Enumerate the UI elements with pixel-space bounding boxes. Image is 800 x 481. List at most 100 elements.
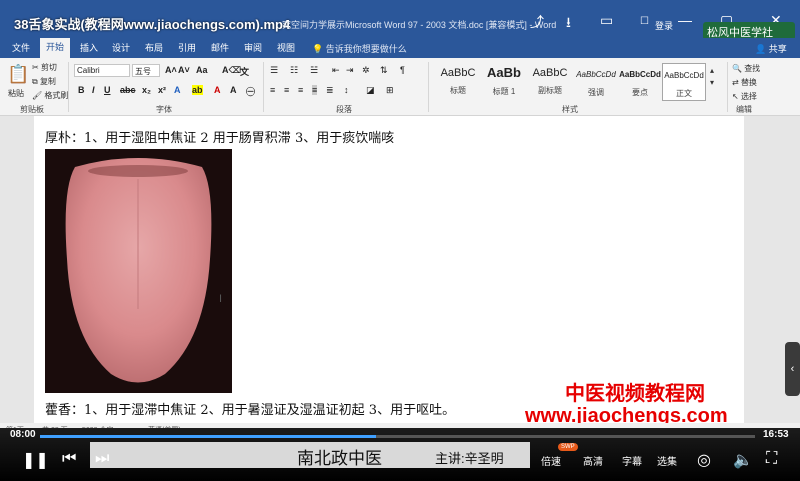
superscript-button[interactable]: x² (158, 85, 166, 95)
share-icon[interactable]: ⤴ (530, 12, 544, 32)
episodes-button[interactable]: 选集 (657, 453, 677, 468)
phonetic-button[interactable]: 文 (240, 65, 249, 78)
justify-button[interactable]: ≡ (312, 85, 318, 95)
user-icon[interactable]: ☐ (640, 16, 649, 27)
show-marks-button[interactable]: ¶ (400, 65, 405, 75)
find-button[interactable]: 🔍 查找 (732, 63, 760, 74)
title-bar: 38舌象实战(教程网www.jiaochengs.com).mp4 究空间力学展… (0, 0, 800, 40)
next-icon[interactable]: ⏭ (95, 450, 109, 468)
screen-icon[interactable]: ▭ (600, 12, 613, 29)
separator (428, 62, 429, 112)
multilevel-list-button[interactable]: ☱ (310, 65, 318, 76)
change-case-button[interactable]: Aa (196, 65, 208, 75)
tab-design[interactable]: 设计 (112, 41, 130, 54)
tab-mailings[interactable]: 邮件 (211, 41, 229, 54)
style-strong[interactable]: AaBbCcDd 要点 (618, 63, 662, 101)
styles-scroll-up[interactable]: ▴ (710, 66, 714, 75)
format-painter-button[interactable]: 🖌 格式刷 (32, 90, 68, 101)
borders-button[interactable]: ⊞ (386, 85, 394, 96)
underline-button[interactable]: U (104, 85, 111, 95)
clear-format-button[interactable]: A⌫ (222, 65, 241, 76)
select-label: 选择 (740, 92, 757, 101)
bullets-button[interactable]: ☰ (270, 65, 278, 76)
lecture-banner-title: 南北政中医 (297, 449, 382, 468)
sort-button[interactable]: ⇅ (380, 65, 388, 76)
progress-bar[interactable] (40, 435, 755, 438)
tab-home[interactable]: 开始 (40, 38, 71, 58)
pause-icon[interactable]: ❚❚ (22, 450, 49, 470)
style-sample: AaBbCcDd (664, 71, 704, 80)
italic-button[interactable]: I (92, 85, 95, 95)
numbering-button[interactable]: ☷ (290, 65, 298, 76)
style-heading1[interactable]: AaBb 标题 1 (482, 63, 526, 101)
tab-file[interactable]: 文件 (12, 41, 30, 54)
grow-font-button[interactable]: A˄ (165, 65, 177, 75)
paste-label[interactable]: 粘贴 (8, 88, 24, 99)
highlight-button[interactable]: ab (192, 85, 203, 95)
select-button[interactable]: ↖ 选择 (732, 91, 757, 102)
align-right-button[interactable]: ≡ (298, 85, 303, 95)
styles-group-label: 样式 (562, 105, 578, 114)
decrease-indent-button[interactable]: ⇤ (332, 65, 340, 76)
style-title[interactable]: AaBbC 标题 (436, 63, 480, 101)
text-effects-button[interactable]: A (174, 85, 181, 95)
ribbon-tabs: 文件 开始 插入 设计 布局 引用 邮件 审阅 视图 💡 告诉我你想要做什么 👤… (0, 38, 800, 58)
settings-icon[interactable]: ◎ (697, 450, 711, 470)
style-subtitle[interactable]: AaBbC 副标题 (528, 63, 572, 101)
shrink-font-button[interactable]: A˅ (178, 65, 190, 75)
distributed-button[interactable]: ≣ (326, 85, 334, 96)
style-normal[interactable]: AaBbCcDd 正文 (662, 63, 706, 101)
subscript-button[interactable]: x₂ (142, 85, 151, 95)
tongue-illustration (45, 149, 232, 393)
separator (68, 62, 69, 112)
line-spacing-button[interactable]: ↕ (344, 85, 349, 95)
tab-view[interactable]: 视图 (277, 41, 295, 54)
increase-indent-button[interactable]: ⇥ (346, 65, 354, 76)
tab-references[interactable]: 引用 (178, 41, 196, 54)
tell-me-box[interactable]: 💡 告诉我你想要做什么 (312, 42, 407, 55)
style-sample: AaBb (487, 65, 521, 80)
font-size-combo[interactable]: 五号 (132, 64, 160, 77)
minimize-icon[interactable]: — (678, 12, 692, 28)
styles-scroll-down[interactable]: ▾ (710, 78, 714, 87)
paragraph-huoxiang[interactable]: 藿香：1、用于湿滞中焦证 2、用于暑湿证及湿温证初起 3、用于呕吐。 (45, 399, 455, 418)
paste-icon[interactable]: 📋 (7, 64, 29, 85)
tab-layout[interactable]: 布局 (145, 41, 163, 54)
separator (263, 62, 264, 112)
chinese-layout-button[interactable]: ✲ (362, 65, 370, 76)
font-color-button[interactable]: A (214, 85, 221, 95)
replace-button[interactable]: ⇄ 替换 (732, 77, 757, 88)
bold-button[interactable]: B (78, 85, 85, 95)
align-center-button[interactable]: ≡ (284, 85, 289, 95)
fullscreen-icon[interactable]: ⛶ (766, 450, 777, 468)
align-left-button[interactable]: ≡ (270, 85, 275, 95)
style-emphasis[interactable]: AaBbCcDd 强调 (574, 63, 618, 101)
share-button[interactable]: 👤 共享 (755, 42, 787, 55)
font-name-combo[interactable]: Calibri (74, 64, 130, 77)
style-name: 要点 (632, 88, 648, 97)
enclose-char-button[interactable]: ㊀ (246, 85, 255, 98)
paragraph-houpo[interactable]: 厚朴：1、用于湿阻中焦证 2 用于肠胃积滞 3、用于痰饮喘咳 (45, 127, 394, 146)
speed-button[interactable]: 倍速 (541, 453, 561, 468)
download-icon[interactable]: ⭳ (566, 12, 571, 36)
editing-group-label: 编辑 (736, 105, 752, 114)
tab-review[interactable]: 审阅 (244, 41, 262, 54)
ribbon: 📋 粘贴 ✂ 剪切 ⧉ 复制 🖌 格式刷 剪贴板 Calibri 五号 A˄ A… (0, 58, 800, 116)
copy-button[interactable]: ⧉ 复制 (32, 76, 56, 87)
tab-insert[interactable]: 插入 (80, 41, 98, 54)
copy-label: 复制 (39, 77, 56, 86)
side-panel-toggle[interactable]: ‹ (785, 342, 800, 396)
style-name: 标题 (450, 86, 466, 95)
quality-button[interactable]: 高清 (583, 453, 603, 468)
share-label: 共享 (768, 44, 787, 54)
strikethrough-button[interactable]: abc (120, 85, 136, 95)
previous-icon[interactable]: ⏮ (62, 450, 76, 468)
volume-icon[interactable]: 🔈 (733, 450, 753, 470)
style-sample: AaBbCcDd (576, 70, 616, 79)
cut-button[interactable]: ✂ 剪切 (32, 62, 57, 73)
login-link[interactable]: 登录 (655, 19, 673, 32)
subtitle-button[interactable]: 字幕 (622, 453, 642, 468)
paragraph-group-label: 段落 (336, 105, 352, 114)
char-shading-button[interactable]: A (230, 85, 237, 95)
shading-button[interactable]: ◪ (366, 85, 375, 96)
